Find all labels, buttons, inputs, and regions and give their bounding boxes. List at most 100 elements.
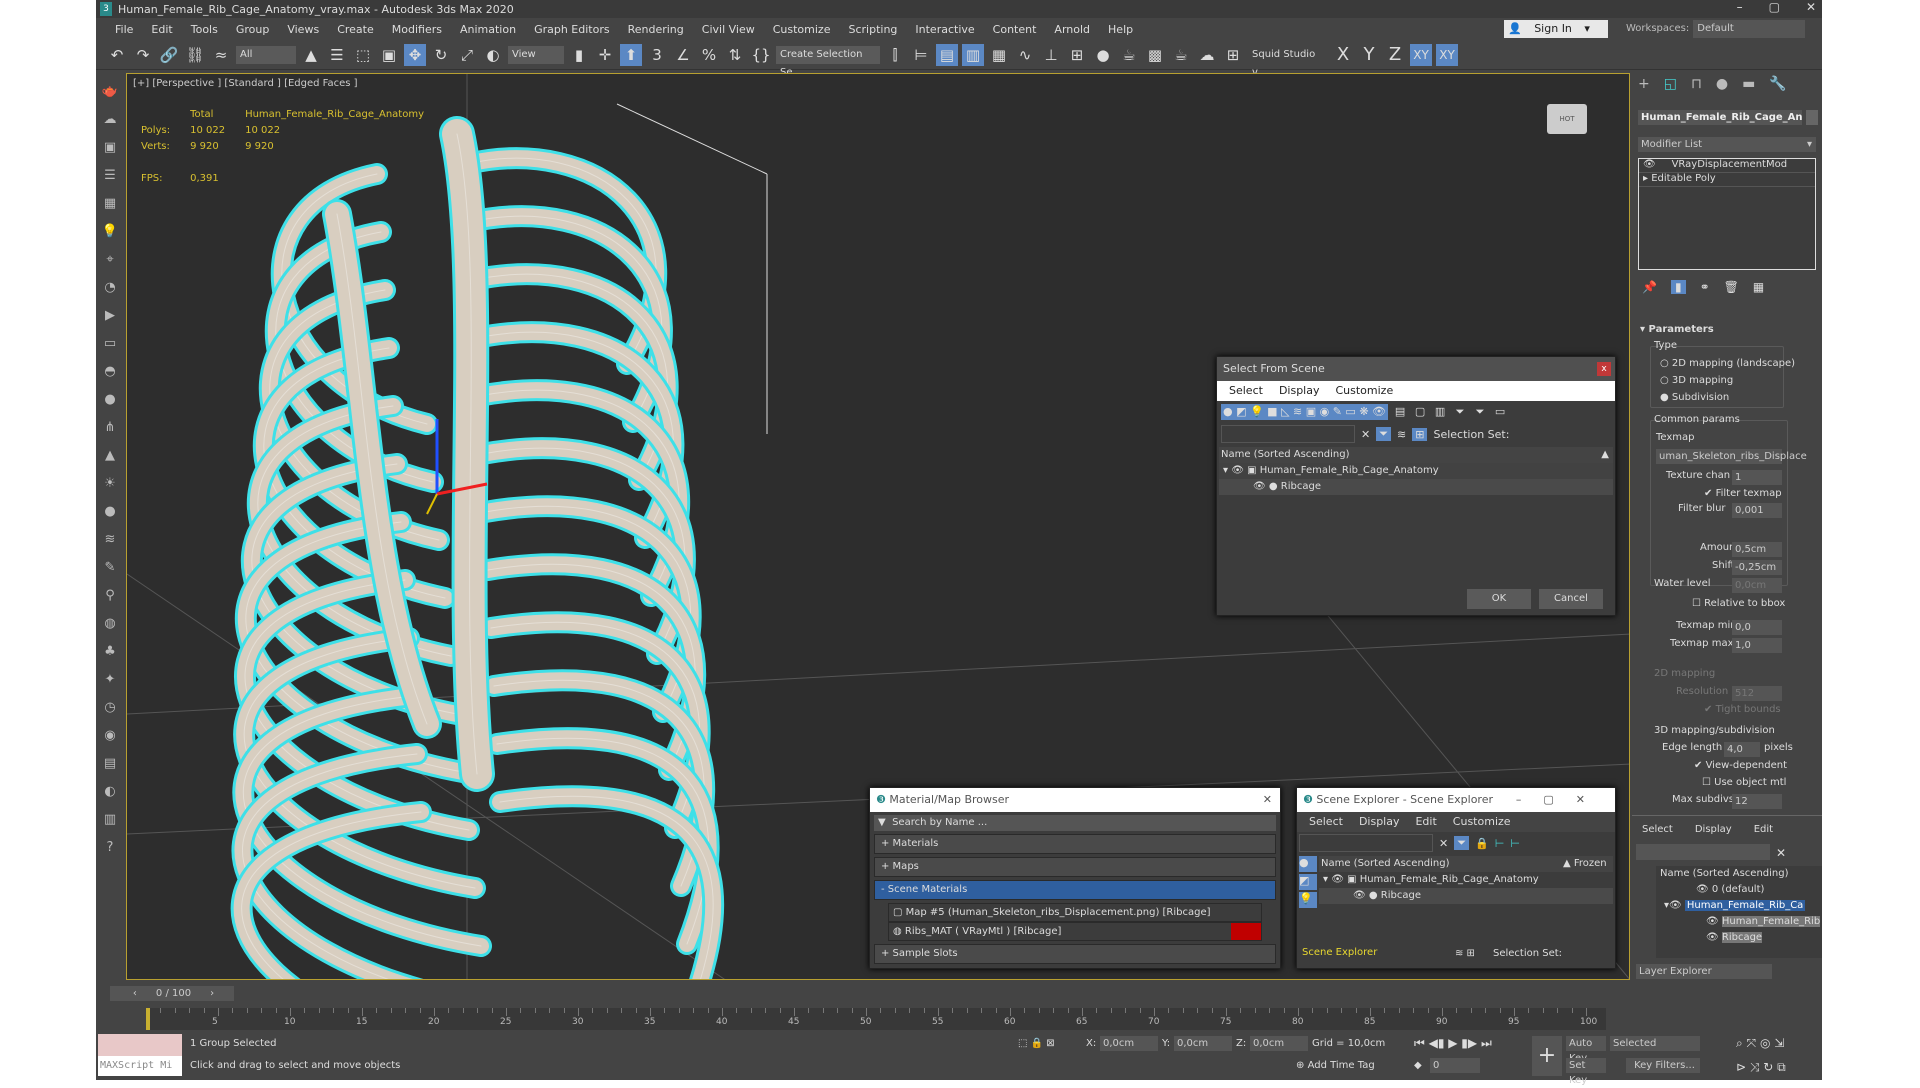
reference-coordinate-dropdown[interactable]: View — [508, 45, 564, 64]
angle-snap-icon[interactable]: ∠ — [672, 44, 694, 66]
align-icon[interactable]: ⊨ — [910, 44, 932, 66]
unlink-icon[interactable]: ⛓ — [184, 44, 206, 66]
material-editor-icon[interactable]: ● — [1092, 44, 1114, 66]
clear-search-icon[interactable]: ✕ — [1361, 428, 1370, 441]
window-crossing-icon[interactable]: ▣ — [378, 44, 400, 66]
radio-2d-mapping[interactable]: ○ 2D mapping (landscape) — [1660, 358, 1795, 369]
time-slider[interactable]: ‹ 0 / 100 › — [110, 986, 234, 1001]
filter-icon[interactable]: ⏷ — [1472, 404, 1488, 420]
script-icon[interactable]: ▥ — [101, 812, 119, 832]
squid-studio-menu[interactable]: Squid Studio v — [1248, 46, 1328, 78]
axis-xy-plane[interactable]: XY — [1436, 43, 1458, 66]
menu-edit[interactable]: Edit — [1754, 824, 1773, 835]
hierarchy-icon[interactable]: ⊢ — [1495, 837, 1505, 850]
filter-icon[interactable]: ⏷ — [1452, 404, 1468, 420]
helper-icon[interactable]: ◔ — [101, 280, 119, 300]
keyboard-shortcut-icon[interactable]: ⬆ — [620, 43, 642, 66]
render-cloud-icon[interactable]: ☁ — [1196, 44, 1218, 66]
brush-icon[interactable]: ✎ — [101, 560, 119, 580]
map-icon[interactable]: ▤ — [101, 756, 119, 776]
workspace-selector[interactable]: Workspaces: Default — [1626, 20, 1806, 38]
menu-modifiers[interactable]: Modifiers — [383, 23, 451, 36]
tight-bounds-checkbox[interactable]: ✔ Tight bounds — [1704, 704, 1781, 715]
track-bar[interactable]: 5 10 15 20 25 30 35 40 45 50 55 60 65 70 75 80 85 90 95 100 — [146, 1008, 1606, 1030]
window-controls[interactable]: –▢✕ — [1516, 788, 1607, 812]
percent-snap-icon[interactable]: % — [698, 44, 720, 66]
layers-icon[interactable]: ≋ — [1397, 428, 1406, 441]
make-unique-icon[interactable]: ⚭ — [1700, 280, 1710, 294]
tree-item[interactable]: 👁 ● Ribcage — [1219, 479, 1613, 495]
explorer-type-dropdown[interactable]: Layer Explorer — [1636, 964, 1772, 979]
scene-materials-section[interactable]: - Scene Materials — [874, 880, 1276, 900]
curve-editor-icon[interactable]: ∿ — [1014, 44, 1036, 66]
plant-icon[interactable]: ♣ — [101, 644, 119, 664]
column-header[interactable]: Name (Sorted Ascending) ▲ Frozen — [1319, 856, 1613, 872]
filter-type-icons[interactable]: ● ◩ 💡 ■ ◺ ≋ ▣ ◉ ✎ ▭ ❋ 👁 — [1221, 404, 1389, 420]
menu-display[interactable]: Display — [1359, 812, 1400, 832]
hierarchy-icon[interactable]: ⊞ — [1412, 427, 1428, 441]
menu-edit[interactable]: Edit — [1415, 812, 1436, 832]
sun-icon[interactable]: ☀ — [101, 476, 119, 496]
camera-icon[interactable]: ⌖ — [101, 252, 119, 272]
time-cursor[interactable] — [146, 1008, 150, 1030]
place-icon[interactable]: ◐ — [482, 44, 504, 66]
close-icon[interactable]: x — [1597, 362, 1611, 376]
undo-icon[interactable]: ↶ — [106, 44, 128, 66]
rotate-icon[interactable]: ↻ — [430, 44, 452, 66]
menu-select[interactable]: Select — [1229, 381, 1263, 401]
dope-sheet-icon[interactable]: ⊥ — [1040, 44, 1062, 66]
maxscript-input[interactable]: MAXScript Mi — [98, 1056, 182, 1076]
filter-texmap-checkbox[interactable]: ✔ Filter texmap — [1704, 488, 1782, 499]
plane-icon[interactable]: ▭ — [101, 336, 119, 356]
menu-graph-editors[interactable]: Graph Editors — [525, 23, 619, 36]
cone-icon[interactable]: ▲ — [101, 448, 119, 468]
none-icon[interactable]: ▢ — [1412, 404, 1428, 420]
object-name-field[interactable]: Human_Female_Rib_Cage_An — [1638, 110, 1803, 125]
select-by-name-icon[interactable]: ☰ — [326, 44, 348, 66]
layer-explorer-icon[interactable]: ▥ — [962, 43, 984, 66]
axis-xy[interactable]: XY — [1410, 43, 1432, 66]
use-object-mtl-checkbox[interactable]: ☐ Use object mtl — [1702, 777, 1786, 788]
clock-icon[interactable]: ◷ — [101, 700, 119, 720]
key-filters-button[interactable]: Key Filters... — [1626, 1058, 1700, 1073]
light-icon[interactable]: 💡 — [101, 224, 119, 244]
sphere-icon[interactable]: ● — [101, 392, 119, 412]
select-object-icon[interactable]: ▲ — [300, 44, 322, 66]
pivot-icon[interactable]: ▮ — [568, 44, 590, 66]
menu-arnold[interactable]: Arnold — [1045, 23, 1099, 36]
create-tab-icon[interactable]: + — [1638, 76, 1650, 92]
layers-icon[interactable]: ≋ ⊞ — [1455, 948, 1475, 959]
invert-icon[interactable]: ▥ — [1432, 404, 1448, 420]
grass-icon[interactable]: ⋔ — [101, 420, 119, 440]
search-input[interactable] — [1221, 425, 1355, 443]
render-setup-icon[interactable]: ☕ — [1118, 44, 1140, 66]
redo-icon[interactable]: ↷ — [132, 44, 154, 66]
hair-icon[interactable]: ≋ — [101, 532, 119, 552]
ok-button[interactable]: OK — [1467, 589, 1531, 609]
menu-help[interactable]: Help — [1099, 23, 1142, 36]
move-icon[interactable]: ✥ — [404, 43, 426, 66]
hemisphere-icon[interactable]: ◓ — [101, 364, 119, 384]
edge-length-spinner[interactable]: 4,0 — [1724, 742, 1760, 757]
view-dependent-checkbox[interactable]: ✔ View-dependent — [1694, 760, 1787, 771]
menu-file[interactable]: File — [106, 23, 142, 36]
menu-civil-view[interactable]: Civil View — [693, 23, 764, 36]
x-coordinate[interactable]: 0,0cm — [1100, 1036, 1158, 1051]
material-item[interactable]: ◍ Ribs_MAT ( VRayMtl ) [Ribcage] — [888, 922, 1262, 941]
auto-key-button[interactable]: Auto Key — [1566, 1036, 1606, 1064]
scene-explorer-icon[interactable]: ▤ — [936, 43, 958, 66]
tree-item[interactable]: ▾ 👁 ▣ Human_Female_Rib_Cage_Anatomy — [1219, 463, 1613, 479]
column-header[interactable]: Name (Sorted Ascending) — [1656, 866, 1822, 882]
search-input[interactable] — [1299, 834, 1433, 852]
schematic-icon[interactable]: ⊞ — [1066, 44, 1088, 66]
axis-y[interactable]: Y — [1358, 44, 1380, 66]
y-coordinate[interactable]: 0,0cm — [1174, 1036, 1232, 1051]
sample-slots-section[interactable]: + Sample Slots — [874, 944, 1276, 964]
sphere-filter-icon[interactable]: ● — [1299, 856, 1317, 872]
viewport-nav-icons[interactable]: ⌕ ⤧ ◎ ⇲ — [1736, 1036, 1784, 1051]
z-coordinate[interactable]: 0,0cm — [1250, 1036, 1308, 1051]
viewport-label[interactable]: [+] [Perspective ] [Standard ] [Edged Fa… — [133, 78, 358, 89]
current-frame[interactable]: 0 — [1430, 1058, 1480, 1073]
texmap-max-spinner[interactable]: 1,0 — [1732, 638, 1782, 653]
sphere-icon[interactable]: ◉ — [101, 728, 119, 748]
